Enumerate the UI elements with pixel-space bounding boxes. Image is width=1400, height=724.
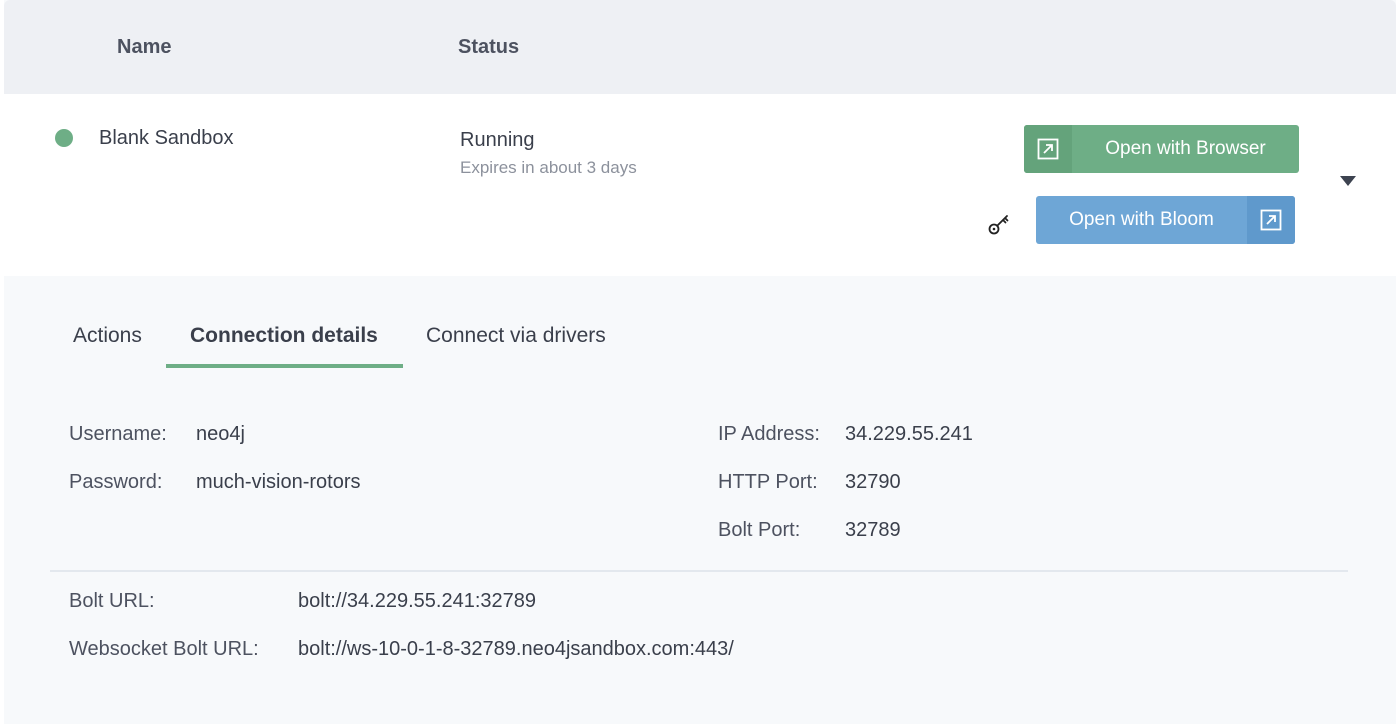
bolt-port-value: 32789 (845, 519, 901, 541)
http-port-label: HTTP Port: (718, 471, 818, 493)
bolt-url-value: bolt://34.229.55.241:32789 (298, 590, 536, 612)
bolt-url-label: Bolt URL: (69, 590, 155, 612)
key-icon[interactable] (986, 211, 1012, 237)
websocket-bolt-url-label: Websocket Bolt URL: (69, 638, 259, 660)
password-label: Password: (69, 471, 163, 493)
username-value: neo4j (196, 423, 245, 445)
column-header-name: Name (117, 36, 172, 58)
tab-connection-details[interactable]: Connection details (190, 324, 378, 348)
http-port-value: 32790 (845, 471, 901, 493)
table-header: Name Status (4, 0, 1396, 94)
ip-address-label: IP Address: (718, 423, 820, 445)
sandbox-row[interactable]: Blank Sandbox Running Expires in about 3… (4, 94, 1396, 276)
external-link-icon (1247, 196, 1295, 244)
open-with-bloom-button[interactable]: Open with Bloom (1036, 196, 1295, 244)
open-with-browser-button[interactable]: Open with Browser (1024, 125, 1299, 173)
open-with-browser-label: Open with Browser (1105, 138, 1266, 159)
active-tab-indicator (166, 364, 403, 368)
column-header-status: Status (458, 36, 520, 58)
sandbox-status: Running (460, 129, 535, 151)
bolt-port-label: Bolt Port: (718, 519, 801, 541)
caret-down-icon[interactable] (1339, 174, 1357, 188)
password-value: much-vision-rotors (196, 471, 361, 493)
websocket-bolt-url-value: bolt://ws-10-0-1-8-32789.neo4jsandbox.co… (298, 638, 734, 660)
ip-address-value: 34.229.55.241 (845, 423, 973, 445)
tab-connect-via-drivers[interactable]: Connect via drivers (426, 324, 606, 348)
external-link-icon (1024, 125, 1072, 173)
sandbox-panel: Name Status Blank Sandbox Running Expire… (4, 0, 1396, 724)
username-label: Username: (69, 423, 167, 445)
section-divider (50, 570, 1348, 572)
status-indicator (55, 129, 73, 147)
tab-actions[interactable]: Actions (73, 324, 142, 348)
sandbox-expiry: Expires in about 3 days (460, 158, 637, 177)
open-with-bloom-label: Open with Bloom (1069, 209, 1214, 230)
sandbox-name: Blank Sandbox (99, 127, 234, 149)
